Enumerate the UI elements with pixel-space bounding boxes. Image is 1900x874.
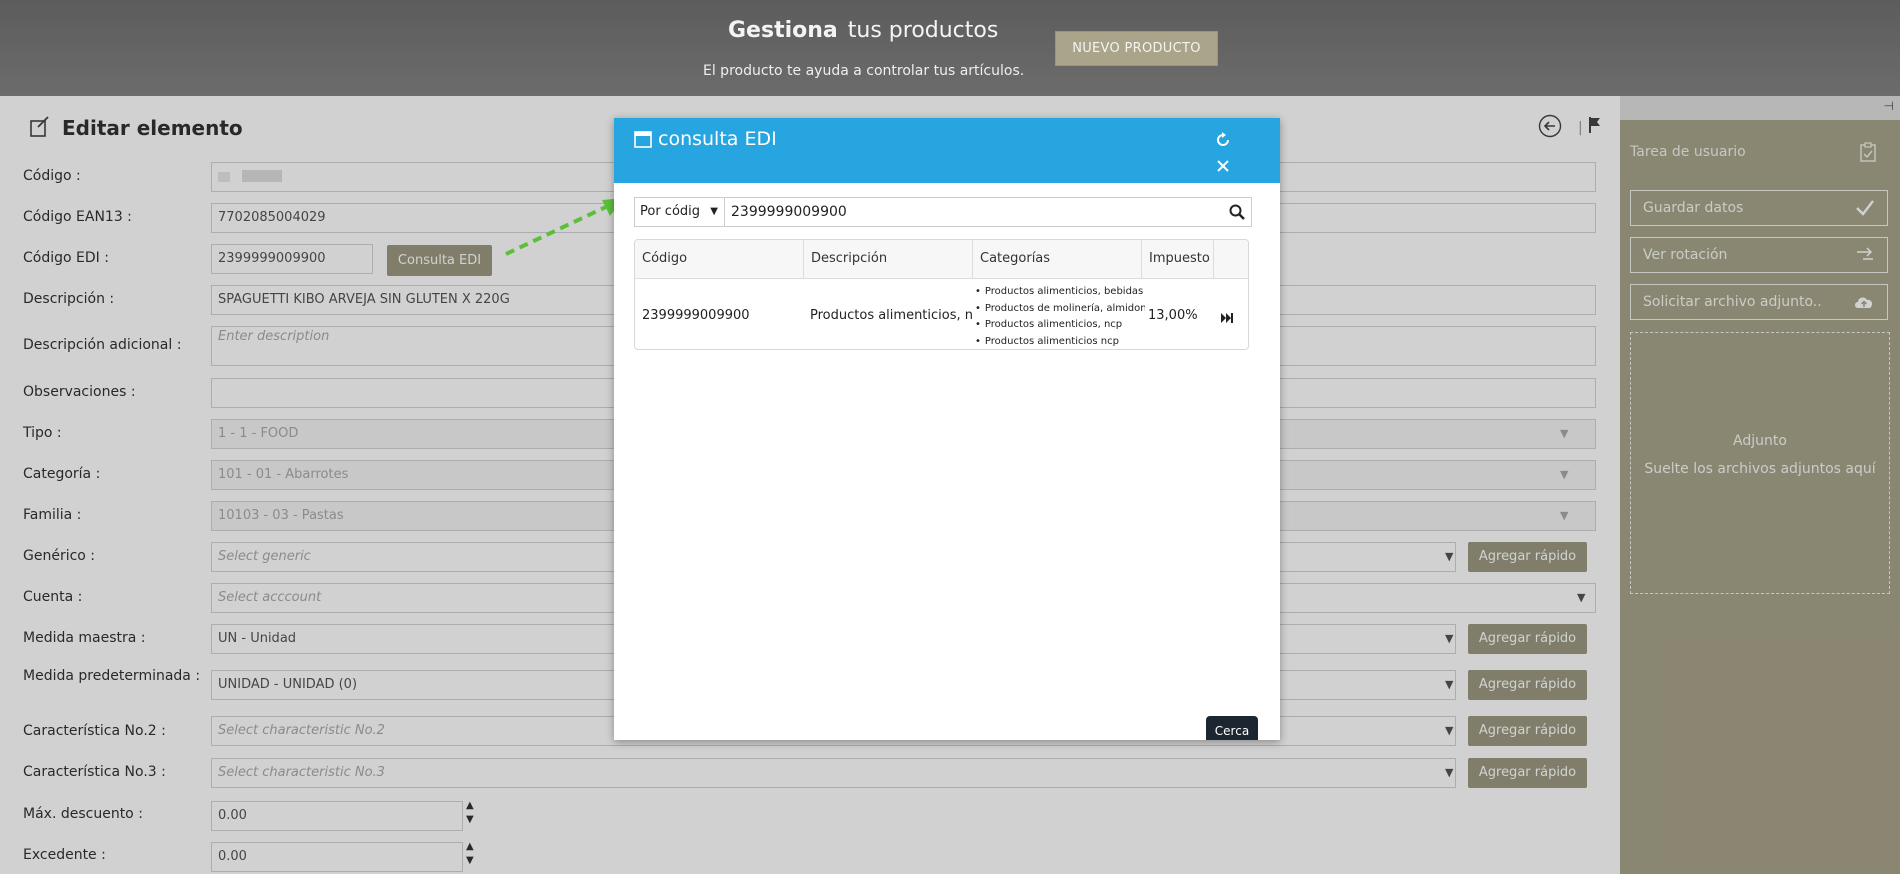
results-table: Código Descripción Categorías Impuesto 2… bbox=[634, 239, 1249, 350]
column-header-categorias[interactable]: Categorías bbox=[973, 240, 1142, 278]
search-mode-select[interactable]: Por códig ▼ bbox=[635, 198, 725, 226]
search-input[interactable]: 2399999009900 bbox=[731, 198, 1211, 226]
new-product-button[interactable]: NUEVO PRODUCTO bbox=[1055, 31, 1218, 66]
modal-header: consulta EDI bbox=[614, 118, 1280, 183]
column-header-descripcion[interactable]: Descripción bbox=[804, 240, 973, 278]
cell-categorias: Productos alimenticios, bebidas y t Prod… bbox=[975, 284, 1145, 349]
cell-descripcion: Productos alimenticios, ncp bbox=[810, 308, 973, 323]
banner-title: Gestiona tus productos bbox=[728, 18, 999, 43]
top-banner: Gestiona tus productos El producto te ayu… bbox=[0, 0, 1900, 96]
search-icon[interactable] bbox=[1229, 204, 1245, 220]
cell-codigo: 2399999009900 bbox=[642, 308, 750, 323]
search-mode-dropdown-icon: ▼ bbox=[710, 206, 718, 217]
column-header-codigo[interactable]: Código bbox=[635, 240, 804, 278]
annotation-arrow bbox=[505, 198, 624, 256]
banner-subtitle: El producto te ayuda a controlar tus art… bbox=[703, 63, 1025, 79]
select-row-icon[interactable] bbox=[1221, 313, 1233, 323]
window-icon bbox=[634, 131, 652, 148]
modal-title: consulta EDI bbox=[658, 128, 777, 150]
column-header-impuesto[interactable]: Impuesto bbox=[1142, 240, 1214, 278]
column-header-actions bbox=[1214, 240, 1248, 278]
refresh-icon[interactable] bbox=[1215, 132, 1231, 148]
cell-impuesto: 13,00% bbox=[1148, 308, 1198, 323]
close-icon[interactable] bbox=[1217, 160, 1229, 172]
table-header: Código Descripción Categorías Impuesto bbox=[635, 240, 1248, 279]
edi-search-bar: Por códig ▼ 2399999009900 bbox=[634, 197, 1252, 227]
close-button[interactable]: Cerca bbox=[1206, 716, 1258, 740]
consulta-edi-modal: consulta EDI Por códig ▼ 2399999009900 C… bbox=[614, 118, 1280, 740]
